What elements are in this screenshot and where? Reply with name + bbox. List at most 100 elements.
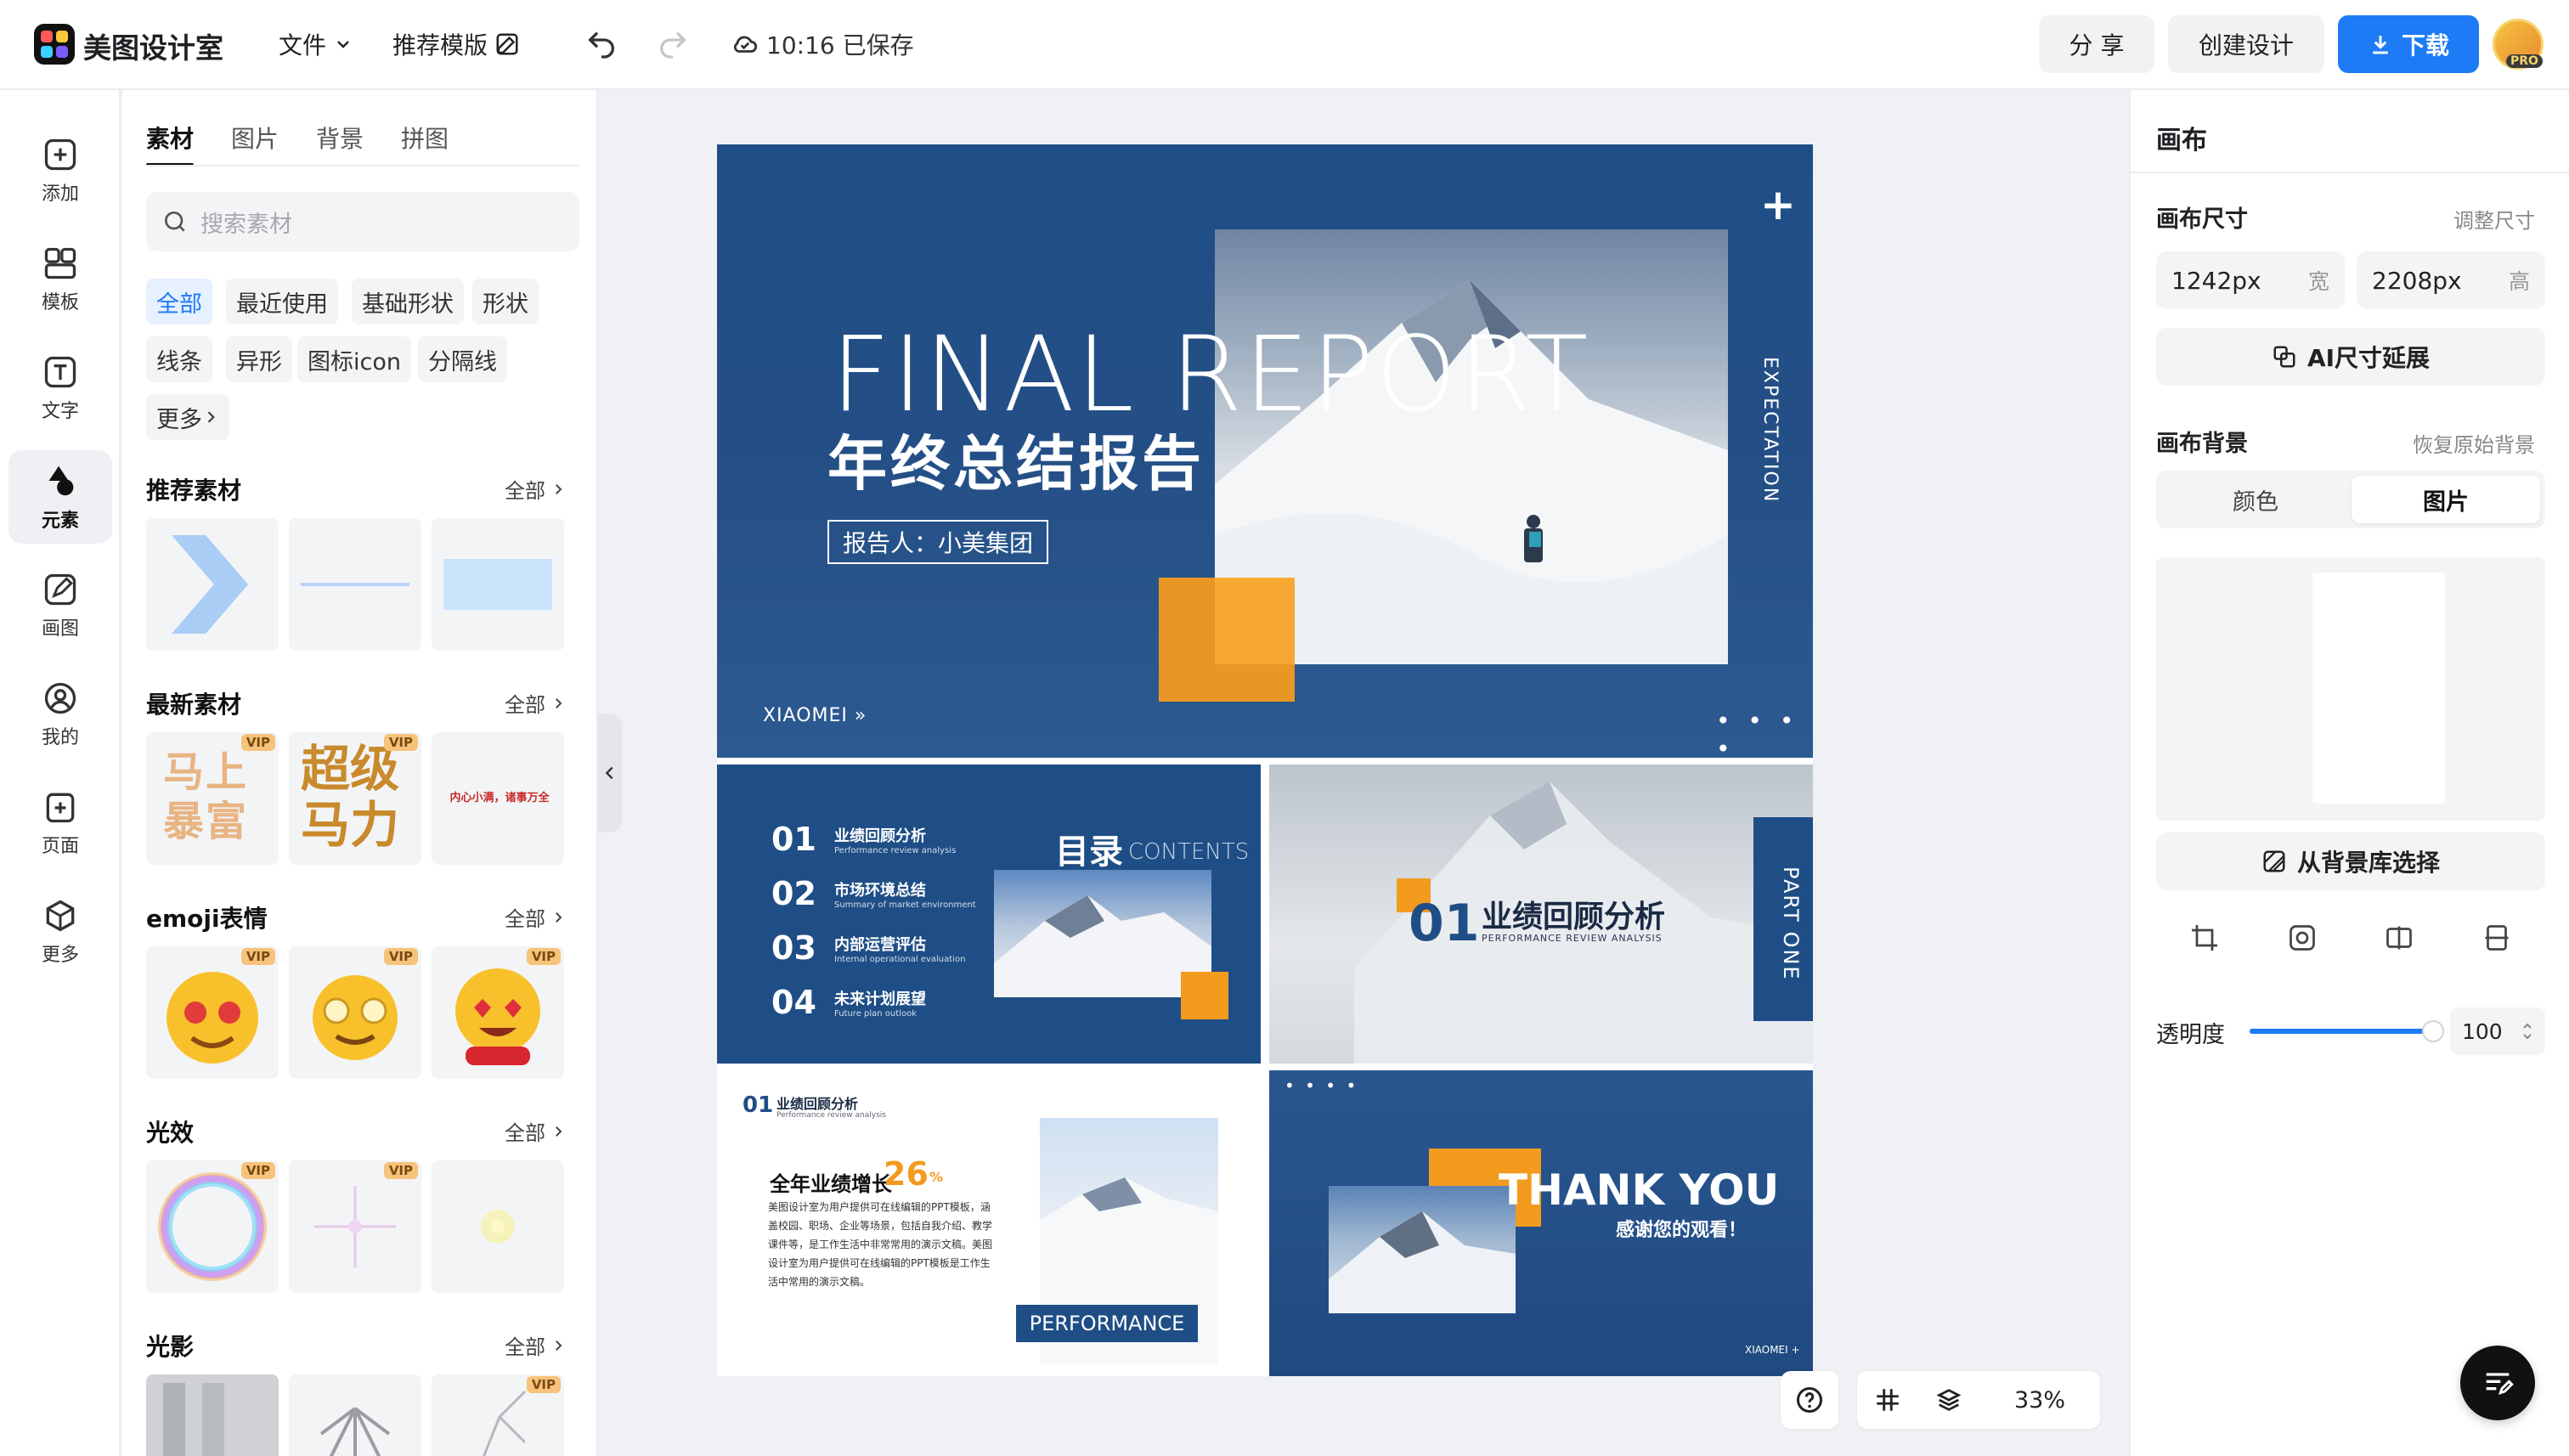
resize-link[interactable]: 调整尺寸 — [2453, 204, 2535, 234]
growth-unit[interactable]: % — [929, 1169, 943, 1185]
flip-vertical-icon[interactable] — [2481, 923, 2512, 953]
rail-item-add[interactable]: 添加 — [8, 124, 112, 217]
chip-basic-shape[interactable]: 基础形状 — [352, 279, 464, 324]
section-all-emoji[interactable]: 全部 — [505, 902, 566, 932]
asset-thumb[interactable] — [289, 1374, 421, 1456]
asset-thumb[interactable]: 超级马力 VIP — [289, 732, 421, 865]
rail-item-mine[interactable]: 我的 — [8, 668, 112, 761]
asset-thumb[interactable]: VIP — [432, 946, 564, 1079]
toc-item[interactable]: 02 市场环境总结 Summary of market environment — [771, 875, 976, 912]
orange-block[interactable] — [1181, 972, 1228, 1019]
asset-thumb[interactable] — [432, 1160, 564, 1293]
bg-preview[interactable] — [2156, 557, 2545, 821]
help-button[interactable] — [1781, 1371, 1838, 1429]
slide-performance[interactable]: 01 业绩回顾分析 Performance review analysis 全年… — [717, 1070, 1261, 1376]
asset-thumb[interactable] — [432, 518, 564, 651]
reporter-box[interactable]: 报告人：小美集团 — [827, 520, 1049, 564]
asset-thumb[interactable]: VIP — [432, 1374, 564, 1456]
slide-title-cn[interactable]: 年终总结报告 — [827, 416, 1205, 502]
asset-thumb[interactable]: 马上暴富 VIP — [146, 732, 279, 865]
share-button[interactable]: 分 享 — [2039, 15, 2154, 73]
grid-toggle[interactable] — [1857, 1385, 1918, 1414]
opacity-slider-handle[interactable] — [2422, 1020, 2444, 1042]
slide-thanks[interactable]: • • • • THANK YOU 感谢您的观看！ XIAOMEI + — [1269, 1070, 1813, 1376]
asset-thumb[interactable]: VIP — [289, 946, 421, 1079]
chip-line[interactable]: 线条 — [146, 336, 212, 382]
asset-thumb[interactable]: 内心小满，诸事万全 — [432, 732, 564, 865]
opacity-slider[interactable] — [2250, 1020, 2444, 1042]
recommend-template-button[interactable]: 推荐模版 — [392, 27, 520, 61]
chip-irregular[interactable]: 异形 — [226, 336, 292, 382]
orange-block[interactable] — [1215, 578, 1295, 664]
brand-label[interactable]: XIAOMEI + — [1745, 1344, 1800, 1356]
asset-thumb[interactable]: VIP — [146, 1160, 279, 1293]
file-menu-button[interactable]: 文件 — [279, 27, 353, 61]
download-button[interactable]: 下载 — [2338, 15, 2479, 73]
thanks-title[interactable]: THANK YOU — [1499, 1165, 1779, 1215]
restore-bg-link[interactable]: 恢复原始背景 — [2413, 428, 2535, 458]
section-title-cn[interactable]: 业绩回顾分析 — [776, 1092, 858, 1113]
rail-item-page[interactable]: 页面 — [8, 776, 112, 870]
body-text[interactable]: 美图设计室为用户提供可在线编辑的PPT模板，涵盖校园、职场、企业等场景，包括自我… — [768, 1198, 997, 1291]
chip-icon[interactable]: 图标icon — [297, 336, 411, 382]
mountain-photo[interactable] — [1329, 1186, 1516, 1313]
filter-icon[interactable] — [2287, 923, 2318, 953]
section-title-en[interactable]: Performance review analysis — [776, 1111, 886, 1120]
growth-value[interactable]: 26 — [884, 1155, 929, 1193]
section-all-recommend[interactable]: 全部 — [505, 474, 566, 504]
seg-color[interactable]: 颜色 — [2161, 476, 2350, 523]
rail-item-template[interactable]: 模板 — [8, 233, 112, 326]
brand-label[interactable]: XIAOMEI » — [763, 705, 867, 726]
asset-thumb[interactable]: VIP — [289, 1160, 421, 1293]
tab-image[interactable]: 图片 — [231, 121, 279, 166]
layers-toggle[interactable] — [1918, 1385, 1979, 1414]
side-text[interactable]: EXPECTATION — [1759, 357, 1781, 503]
zoom-level[interactable]: 33% — [1979, 1387, 2100, 1414]
flip-horizontal-icon[interactable] — [2384, 923, 2414, 953]
tab-collage[interactable]: 拼图 — [401, 121, 449, 166]
assistant-button[interactable] — [2460, 1346, 2535, 1420]
thanks-subtitle[interactable]: 感谢您的观看！ — [1616, 1215, 1747, 1242]
slide-cover[interactable]: FINAL REPORT 年终总结报告 报告人：小美集团 XIAOMEI » •… — [717, 144, 1813, 758]
chip-more[interactable]: 更多 — [146, 394, 229, 440]
slide-contents[interactable]: 目录 CONTENTS 01 业绩回顾分析 Performance review … — [717, 765, 1261, 1064]
section-all-latest[interactable]: 全部 — [505, 688, 566, 718]
design-canvas[interactable]: FINAL REPORT 年终总结报告 报告人：小美集团 XIAOMEI » •… — [717, 144, 1813, 1376]
rail-item-element[interactable]: 元素 — [8, 450, 112, 544]
slide-part-one[interactable]: 01 业绩回顾分析 PERFORMANCE REVIEW ANALYSIS PA… — [1269, 765, 1813, 1064]
tab-background[interactable]: 背景 — [316, 121, 364, 166]
seg-image[interactable]: 图片 — [2352, 476, 2540, 523]
rail-item-text[interactable]: 文字 — [8, 341, 112, 435]
opacity-input[interactable]: 100 — [2450, 1007, 2545, 1055]
asset-thumb[interactable] — [146, 1374, 279, 1456]
bg-library-button[interactable]: 从背景库选择 — [2156, 832, 2545, 890]
section-number[interactable]: 01 — [1409, 894, 1480, 953]
create-design-button[interactable]: 创建设计 — [2168, 15, 2324, 73]
asset-thumb[interactable] — [289, 518, 421, 651]
section-title-en[interactable]: PERFORMANCE REVIEW ANALYSIS — [1482, 933, 1663, 944]
section-number[interactable]: 01 — [742, 1092, 773, 1118]
contents-heading-cn[interactable]: 目录 — [1055, 824, 1123, 873]
section-all-shadow[interactable]: 全部 — [505, 1330, 566, 1360]
section-title-cn[interactable]: 业绩回顾分析 — [1482, 892, 1665, 936]
chip-shape[interactable]: 形状 — [472, 279, 539, 324]
part-label[interactable]: PART ONE — [1779, 866, 1803, 981]
undo-icon[interactable] — [584, 27, 618, 61]
rail-item-draw[interactable]: 画图 — [8, 559, 112, 652]
rail-item-more[interactable]: 更多 — [8, 885, 112, 979]
crop-icon[interactable] — [2189, 923, 2220, 953]
collapse-panel-handle[interactable] — [598, 714, 622, 832]
chip-divider[interactable]: 分隔线 — [418, 336, 507, 382]
search-input[interactable]: 搜索素材 — [146, 192, 579, 251]
app-logo[interactable] — [34, 24, 75, 65]
redo-icon[interactable] — [656, 27, 690, 61]
width-field[interactable]: 1242px 宽 — [2156, 251, 2345, 309]
ai-extend-button[interactable]: AI尺寸延展 — [2156, 328, 2545, 386]
tab-material[interactable]: 素材 — [146, 121, 195, 166]
contents-photo[interactable] — [994, 870, 1211, 997]
chip-recent[interactable]: 最近使用 — [226, 279, 338, 324]
height-field[interactable]: 2208px 高 — [2357, 251, 2545, 309]
performance-tag[interactable]: PERFORMANCE — [1016, 1305, 1198, 1342]
toc-item[interactable]: 04 未来计划展望 Future plan outlook — [771, 984, 926, 1021]
growth-label[interactable]: 全年业绩增长 — [770, 1167, 892, 1197]
